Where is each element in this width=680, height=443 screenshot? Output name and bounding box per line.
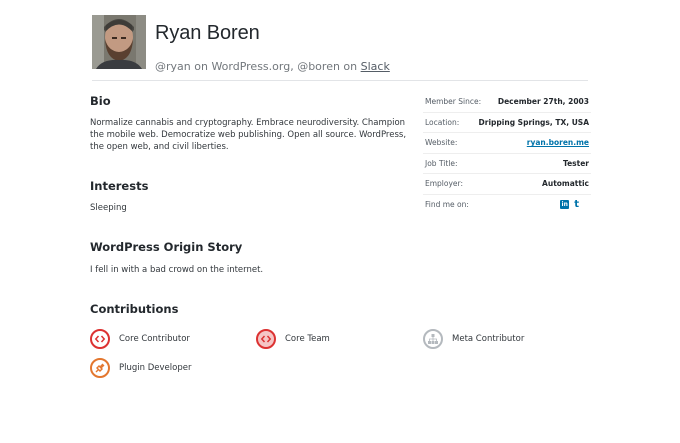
badge-label: Core Team: [285, 334, 330, 344]
bio-heading: Bio: [90, 94, 111, 108]
interests-text: Sleeping: [90, 203, 127, 213]
meta-row-website: Website: ryan.boren.me: [423, 133, 591, 154]
meta-row-location: Location: Dripping Springs, TX, USA: [423, 113, 591, 133]
social-links: in t: [560, 200, 591, 210]
profile-handles: @ryan on WordPress.org, @boren on Slack: [155, 60, 390, 73]
code-brackets-icon: [90, 329, 110, 349]
badge-meta-contributor[interactable]: Meta Contributor: [423, 329, 524, 349]
profile-header: Ryan Boren @ryan on WordPress.org, @bore…: [92, 15, 588, 81]
meta-label: Member Since:: [425, 97, 482, 107]
website-link[interactable]: ryan.boren.me: [527, 138, 591, 147]
plug-icon: [90, 358, 110, 378]
badge-label: Meta Contributor: [452, 334, 525, 344]
location-value: Dripping Springs, TX, USA: [478, 117, 589, 127]
origin-story-heading: WordPress Origin Story: [90, 240, 243, 254]
badge-label: Core Contributor: [119, 334, 190, 344]
contributions-heading: Contributions: [90, 302, 179, 316]
meta-label: Employer:: [425, 179, 464, 189]
origin-story-text: I fell in with a bad crowd on the intern…: [90, 265, 264, 275]
badge-label: Plugin Developer: [119, 363, 192, 373]
sitemap-icon: [423, 329, 443, 349]
linkedin-icon[interactable]: in: [560, 200, 570, 210]
badge-plugin-developer[interactable]: Plugin Developer: [90, 358, 191, 378]
meta-row-employer: Employer: Automattic: [423, 174, 591, 195]
meta-row-find-me-on: Find me on: in t: [423, 195, 591, 216]
meta-row-job-title: Job Title: Tester: [423, 154, 591, 174]
meta-label: Website:: [425, 138, 458, 148]
meta-label: Location:: [425, 117, 460, 127]
profile-meta-table: Member Since: December 27th, 2003 Locati…: [423, 92, 591, 215]
badge-core-contributor[interactable]: Core Contributor: [90, 329, 190, 349]
avatar-photo: [92, 15, 146, 69]
job-title-value: Tester: [562, 158, 589, 168]
employer-value: Automattic: [542, 179, 589, 189]
meta-label: Find me on:: [425, 200, 469, 210]
badge-core-team[interactable]: Core Team: [256, 329, 330, 349]
handles-text: @ryan on WordPress.org, @boren on: [155, 60, 361, 73]
slack-link[interactable]: Slack: [361, 60, 390, 73]
avatar: [92, 15, 146, 69]
member-since-value: December 27th, 2003: [497, 97, 589, 107]
profile-name: Ryan Boren: [155, 22, 260, 44]
bio-text: Normalize cannabis and cryptography. Emb…: [90, 118, 407, 152]
meta-row-member-since: Member Since: December 27th, 2003: [423, 92, 591, 113]
interests-heading: Interests: [90, 179, 149, 193]
tumblr-icon[interactable]: t: [574, 200, 579, 210]
meta-label: Job Title:: [425, 158, 458, 168]
code-brackets-icon: [256, 329, 276, 349]
